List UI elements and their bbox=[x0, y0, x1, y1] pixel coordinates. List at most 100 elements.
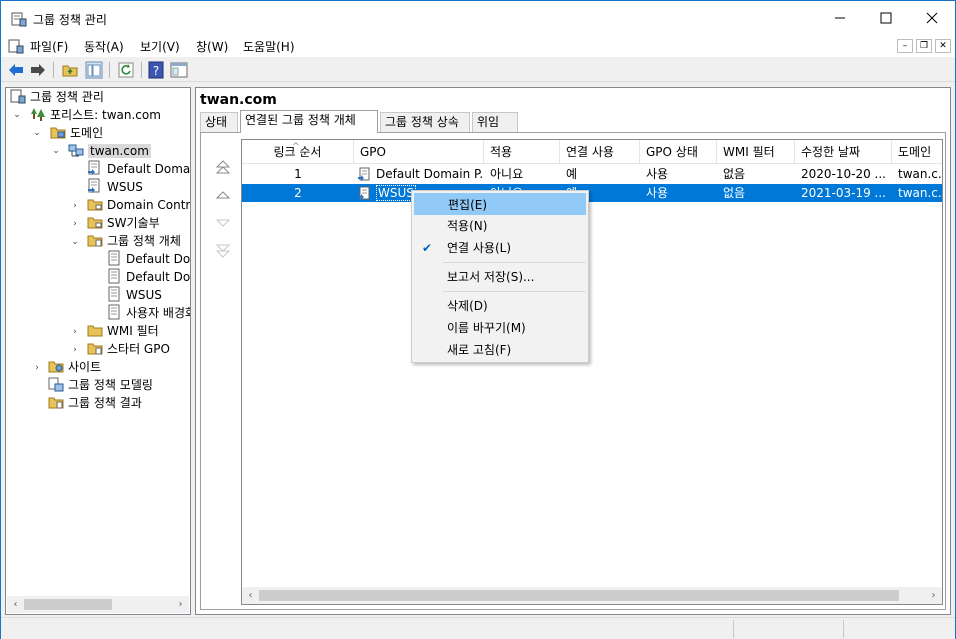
menu-item-save-report[interactable]: 보고서 저장(S)... bbox=[414, 266, 586, 288]
help-icon[interactable]: ? bbox=[147, 61, 165, 79]
tab-status[interactable]: 상태 bbox=[200, 112, 238, 132]
tree-item-gpo[interactable]: Default Domain Policy bbox=[106, 268, 190, 286]
menu-separator bbox=[443, 291, 586, 292]
tree-item-gpo-link[interactable]: Default Domain Policy bbox=[87, 160, 190, 178]
tab-delegation[interactable]: 위임 bbox=[472, 112, 518, 132]
status-bar bbox=[1, 617, 955, 639]
column-header-domain[interactable]: 도메인 bbox=[892, 140, 942, 164]
show-tree-icon[interactable] bbox=[85, 61, 103, 79]
tree-item-domain[interactable]: twan.com bbox=[68, 142, 151, 160]
tree-item-gpo-container[interactable]: 그룹 정책 개체 bbox=[87, 232, 181, 250]
menu-file[interactable]: 파일(F) bbox=[30, 38, 68, 55]
tree-item-gpo[interactable]: Default Domain Controllers Policy bbox=[106, 250, 190, 268]
tree-item-ou[interactable]: Domain Controllers bbox=[87, 196, 190, 214]
mdi-minimize-button[interactable]: – bbox=[897, 39, 913, 53]
menu-bar: 파일(F) 동작(A) 보기(V) 창(W) 도움말(H) – ❐ ✕ bbox=[1, 35, 955, 57]
expand-forest-toggle[interactable]: ⌄ bbox=[12, 110, 22, 120]
tree-item-results[interactable]: 그룹 정책 결과 bbox=[48, 394, 142, 412]
expand-ou-toggle[interactable]: › bbox=[70, 201, 80, 211]
menu-item-enforce[interactable]: 적용(N) bbox=[414, 215, 586, 237]
maximize-button[interactable] bbox=[863, 1, 909, 35]
tree-item-modeling[interactable]: 그룹 정책 모델링 bbox=[48, 376, 153, 394]
menu-view[interactable]: 보기(V) bbox=[140, 38, 180, 55]
scroll-left-icon[interactable]: ‹ bbox=[243, 588, 258, 603]
table-row-selected[interactable]: 2 WSUS 아니요 예 사용 없음 2021-03-19 ... twan.c… bbox=[242, 184, 942, 202]
cell-wmi-filter: 없음 bbox=[723, 167, 746, 181]
tree-item-sites[interactable]: 사이트 bbox=[48, 358, 101, 376]
column-header-modified[interactable]: 수정한 날짜 bbox=[795, 140, 892, 164]
gpo-link-icon bbox=[358, 167, 370, 181]
scroll-thumb[interactable] bbox=[24, 599, 112, 610]
move-bottom-icon[interactable] bbox=[215, 243, 231, 259]
tab-linked-gpos[interactable]: 연결된 그룹 정책 개체 bbox=[240, 110, 378, 133]
minimize-button[interactable] bbox=[817, 1, 863, 35]
scroll-right-icon[interactable]: › bbox=[173, 597, 188, 612]
menu-item-link-enabled[interactable]: ✔ 연결 사용(L) bbox=[414, 237, 586, 259]
back-arrow-icon[interactable] bbox=[7, 61, 25, 79]
scroll-thumb[interactable] bbox=[259, 590, 899, 601]
close-icon bbox=[926, 12, 938, 24]
tree-item-domains[interactable]: 도메인 bbox=[50, 124, 103, 142]
menu-item-edit[interactable]: 편집(E) bbox=[414, 193, 586, 215]
pane-splitter[interactable] bbox=[191, 87, 194, 615]
column-header-gpo[interactable]: GPO bbox=[354, 140, 484, 164]
tree-item-gpo-link[interactable]: WSUS bbox=[87, 178, 143, 196]
column-header-enforced[interactable]: 적용 bbox=[484, 140, 560, 164]
column-header-wmi-filter[interactable]: WMI 필터 bbox=[717, 140, 795, 164]
menu-window[interactable]: 창(W) bbox=[196, 38, 228, 55]
ou-icon bbox=[87, 199, 103, 211]
context-menu: 편집(E) 적용(N) ✔ 연결 사용(L) 보고서 저장(S)... 삭제(D)… bbox=[411, 190, 589, 363]
sort-ascending-icon: ^ bbox=[292, 142, 300, 152]
tree-item-wmi-filters[interactable]: WMI 필터 bbox=[87, 322, 159, 340]
column-header-gpo-status[interactable]: GPO 상태 bbox=[640, 140, 717, 164]
toolbar: ? bbox=[1, 58, 955, 82]
expand-domain-toggle[interactable]: ⌄ bbox=[51, 146, 61, 156]
refresh-icon[interactable] bbox=[117, 61, 135, 79]
column-header-link-order[interactable]: ^ 링크 순서 bbox=[242, 140, 354, 164]
sites-icon bbox=[48, 361, 64, 373]
folder-icon bbox=[87, 343, 103, 355]
scroll-right-icon[interactable]: › bbox=[926, 588, 941, 603]
tree-item-ou[interactable]: SW기술부 bbox=[87, 214, 160, 232]
cell-gpo-status: 사용 bbox=[646, 186, 669, 200]
folder-icon bbox=[87, 325, 103, 337]
gpo-link-icon bbox=[88, 160, 100, 175]
expand-wmi-toggle[interactable]: › bbox=[70, 327, 80, 337]
tree-horizontal-scrollbar[interactable]: ‹ › bbox=[7, 596, 189, 613]
linked-gpos-list: ^ 링크 순서 GPO 적용 연결 사용 GPO 상태 WMI 필터 수정한 날짜… bbox=[241, 139, 943, 605]
column-header-link-enabled[interactable]: 연결 사용 bbox=[560, 140, 640, 164]
mdi-close-button[interactable]: ✕ bbox=[935, 39, 951, 53]
close-button[interactable] bbox=[909, 1, 955, 35]
expand-starter-toggle[interactable]: › bbox=[70, 345, 80, 355]
move-down-icon[interactable] bbox=[215, 215, 231, 231]
tree-item-gpo[interactable]: 사용자 배경화면 bbox=[106, 304, 190, 322]
tree-item-root[interactable]: 그룹 정책 관리 bbox=[10, 88, 104, 106]
list-horizontal-scrollbar[interactable]: ‹ › bbox=[242, 587, 942, 604]
tree-item-starter-gpos[interactable]: 스타터 GPO bbox=[87, 340, 170, 358]
tree-item-gpo[interactable]: WSUS bbox=[106, 286, 162, 304]
tab-inheritance[interactable]: 그룹 정책 상속 bbox=[380, 112, 470, 132]
forward-arrow-icon[interactable] bbox=[29, 61, 47, 79]
scroll-left-icon[interactable]: ‹ bbox=[8, 597, 23, 612]
expand-ou-toggle[interactable]: › bbox=[70, 219, 80, 229]
menu-action[interactable]: 동작(A) bbox=[84, 38, 124, 55]
up-folder-icon[interactable] bbox=[61, 61, 79, 79]
console-icon[interactable] bbox=[170, 61, 188, 79]
svg-text:?: ? bbox=[153, 64, 159, 78]
console-menu-icon[interactable] bbox=[8, 38, 24, 54]
expand-gpo-container-toggle[interactable]: ⌄ bbox=[70, 237, 80, 247]
menu-item-delete[interactable]: 삭제(D) bbox=[414, 295, 586, 317]
menu-item-refresh[interactable]: 새로 고침(F) bbox=[414, 339, 586, 361]
menu-item-rename[interactable]: 이름 바꾸기(M) bbox=[414, 317, 586, 339]
gpo-link-icon bbox=[88, 178, 100, 193]
toolbar-separator bbox=[53, 62, 54, 78]
expand-sites-toggle[interactable]: › bbox=[32, 363, 42, 373]
table-row[interactable]: 1 Default Domain P... 아니요 예 사용 없음 2020-1… bbox=[242, 165, 942, 183]
menu-help[interactable]: 도움말(H) bbox=[243, 38, 295, 55]
mdi-restore-button[interactable]: ❐ bbox=[916, 39, 932, 53]
expand-domains-toggle[interactable]: ⌄ bbox=[32, 128, 42, 138]
maximize-icon bbox=[880, 12, 892, 24]
tree-item-forest[interactable]: 포리스트: twan.com bbox=[30, 106, 161, 124]
move-up-icon[interactable] bbox=[215, 187, 231, 203]
move-top-icon[interactable] bbox=[215, 159, 231, 175]
